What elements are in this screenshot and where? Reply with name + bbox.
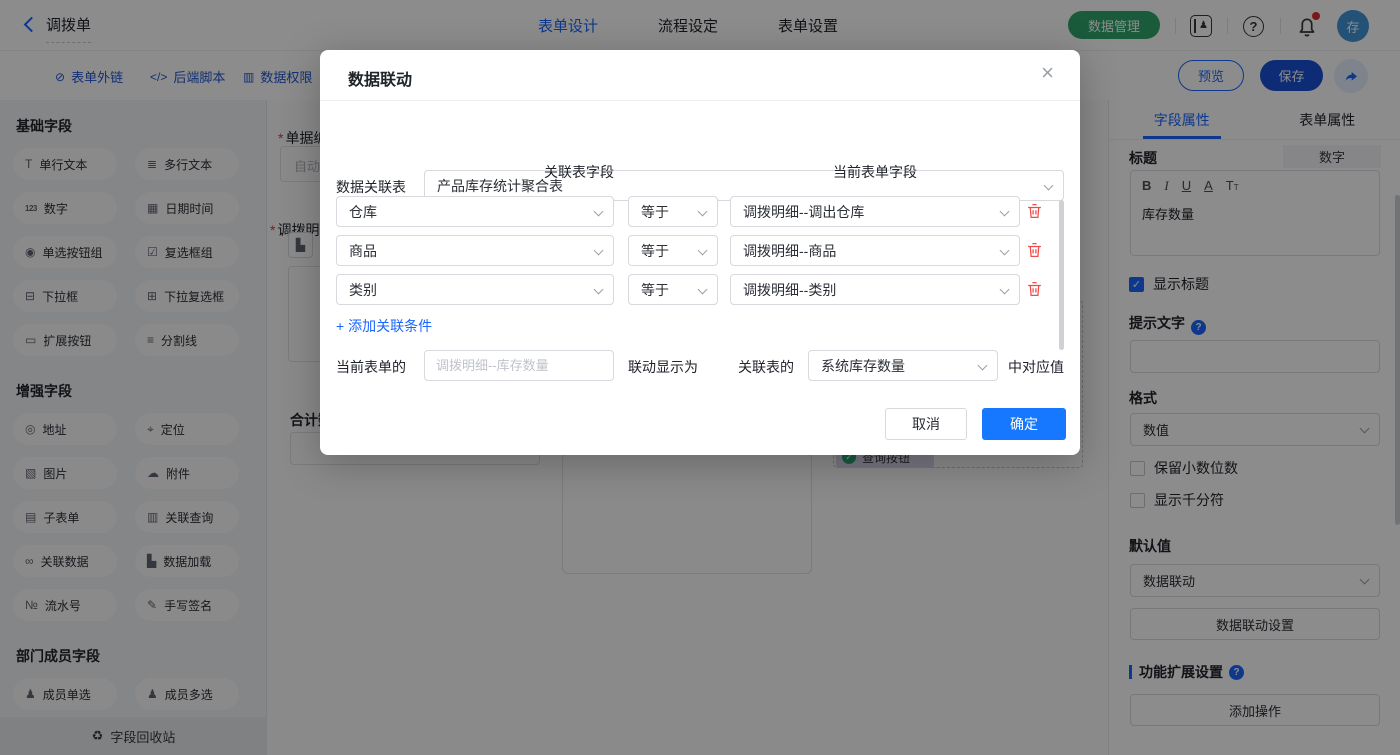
- chevron-down-icon: [1000, 246, 1010, 256]
- current-form-label: 当前表单的: [336, 357, 406, 377]
- corresponding-value-label: 中对应值: [1008, 357, 1064, 377]
- relation-field-select[interactable]: 系统库存数量: [808, 350, 998, 381]
- chevron-down-icon: [1044, 181, 1054, 191]
- linkage-display-label: 联动显示为: [628, 357, 698, 377]
- chevron-down-icon: [1000, 207, 1010, 217]
- condition-op-select[interactable]: 等于: [628, 235, 718, 266]
- chevron-down-icon: [1000, 285, 1010, 295]
- add-condition-link[interactable]: + 添加关联条件: [336, 316, 432, 336]
- chevron-down-icon: [978, 361, 988, 371]
- chevron-down-icon: [698, 285, 708, 295]
- chevron-down-icon: [698, 207, 708, 217]
- left-column-header: 关联表字段: [440, 162, 718, 182]
- divider: [320, 100, 1080, 101]
- current-form-field-input[interactable]: [424, 350, 614, 381]
- chevron-down-icon: [698, 246, 708, 256]
- chevron-down-icon: [594, 246, 604, 256]
- condition-left-select[interactable]: 仓库: [336, 196, 614, 227]
- condition-op-select[interactable]: 等于: [628, 196, 718, 227]
- confirm-button[interactable]: 确定: [982, 408, 1066, 440]
- relation-table-label: 数据关联表: [336, 177, 406, 197]
- chevron-down-icon: [594, 207, 604, 217]
- modal-scrollbar[interactable]: [1059, 200, 1064, 350]
- delete-condition-icon[interactable]: [1026, 241, 1043, 259]
- delete-condition-icon[interactable]: [1026, 202, 1043, 220]
- condition-op-select[interactable]: 等于: [628, 274, 718, 305]
- relation-of-label: 关联表的: [738, 357, 794, 377]
- delete-condition-icon[interactable]: [1026, 280, 1043, 298]
- condition-right-select[interactable]: 调拨明细--商品: [730, 235, 1020, 266]
- condition-left-select[interactable]: 类别: [336, 274, 614, 305]
- condition-right-select[interactable]: 调拨明细--类别: [730, 274, 1020, 305]
- condition-left-select[interactable]: 商品: [336, 235, 614, 266]
- chevron-down-icon: [594, 285, 604, 295]
- close-icon[interactable]: ×: [1041, 62, 1054, 84]
- cancel-button[interactable]: 取消: [885, 408, 967, 440]
- condition-right-select[interactable]: 调拨明细--调出仓库: [730, 196, 1020, 227]
- modal-title: 数据联动: [348, 66, 412, 90]
- data-linkage-modal: 数据联动 × 数据关联表 产品库存统计聚合表 关联表字段 当前表单字段 仓库 等…: [320, 50, 1080, 455]
- right-column-header: 当前表单字段: [730, 162, 1020, 182]
